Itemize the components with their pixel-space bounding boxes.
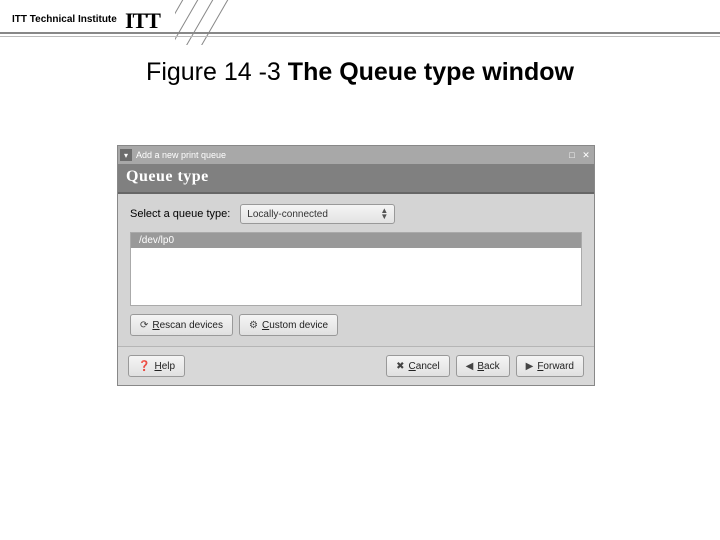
back-button[interactable]: ◀ Back (456, 355, 510, 377)
wizard-step-title: Queue type (126, 168, 586, 186)
figure-number: Figure 14 -3 (146, 58, 288, 86)
updown-icon: ▲▼ (380, 208, 388, 220)
window-title: Add a new print queue (136, 150, 226, 160)
rescan-devices-button[interactable]: ⟳ Rescan devices (130, 314, 233, 336)
custom-device-button[interactable]: ⚙ Custom device (239, 314, 338, 336)
system-menu-icon[interactable]: ▾ (120, 149, 132, 161)
queue-type-row: Select a queue type: Locally-connected ▲… (130, 204, 582, 224)
refresh-icon: ⟳ (140, 320, 148, 331)
header-rule-2 (0, 36, 720, 37)
figure-title: The Queue type window (288, 58, 574, 86)
close-icon[interactable]: ✕ (580, 149, 592, 161)
header-decoration (175, 0, 265, 45)
page-header: ITT Technical Institute ITT (0, 0, 720, 50)
title-bar: ▾ Add a new print queue □ ✕ (118, 146, 594, 164)
header-rule-1 (0, 32, 720, 34)
dialog-window: ▾ Add a new print queue □ ✕ Queue type S… (117, 145, 595, 386)
device-buttons-row: ⟳ Rescan devices ⚙ Custom device (130, 314, 582, 336)
device-listbox[interactable]: /dev/lp0 (130, 232, 582, 306)
forward-icon: ▶ (526, 361, 534, 372)
forward-button[interactable]: ▶ Forward (516, 355, 584, 377)
org-name: ITT Technical Institute (12, 14, 117, 25)
wizard-header: Queue type (118, 164, 594, 194)
wizard-footer: ❓ Help ✖ Cancel ◀ Back ▶ Forward (118, 346, 594, 385)
maximize-icon[interactable]: □ (566, 149, 578, 161)
back-icon: ◀ (466, 361, 474, 372)
help-icon: ❓ (138, 361, 150, 372)
queue-type-select[interactable]: Locally-connected ▲▼ (240, 204, 395, 224)
wizard-body: Select a queue type: Locally-connected ▲… (118, 194, 594, 346)
close-icon: ✖ (396, 361, 404, 372)
figure-caption: Figure 14 -3 The Queue type window (60, 58, 660, 87)
org-logo: ITT (125, 8, 160, 34)
help-button[interactable]: ❓ Help (128, 355, 185, 377)
queue-type-value: Locally-connected (247, 209, 328, 220)
cancel-button[interactable]: ✖ Cancel (386, 355, 450, 377)
list-item[interactable]: /dev/lp0 (131, 233, 581, 248)
gear-icon: ⚙ (249, 320, 258, 331)
queue-type-label: Select a queue type: (130, 208, 230, 220)
